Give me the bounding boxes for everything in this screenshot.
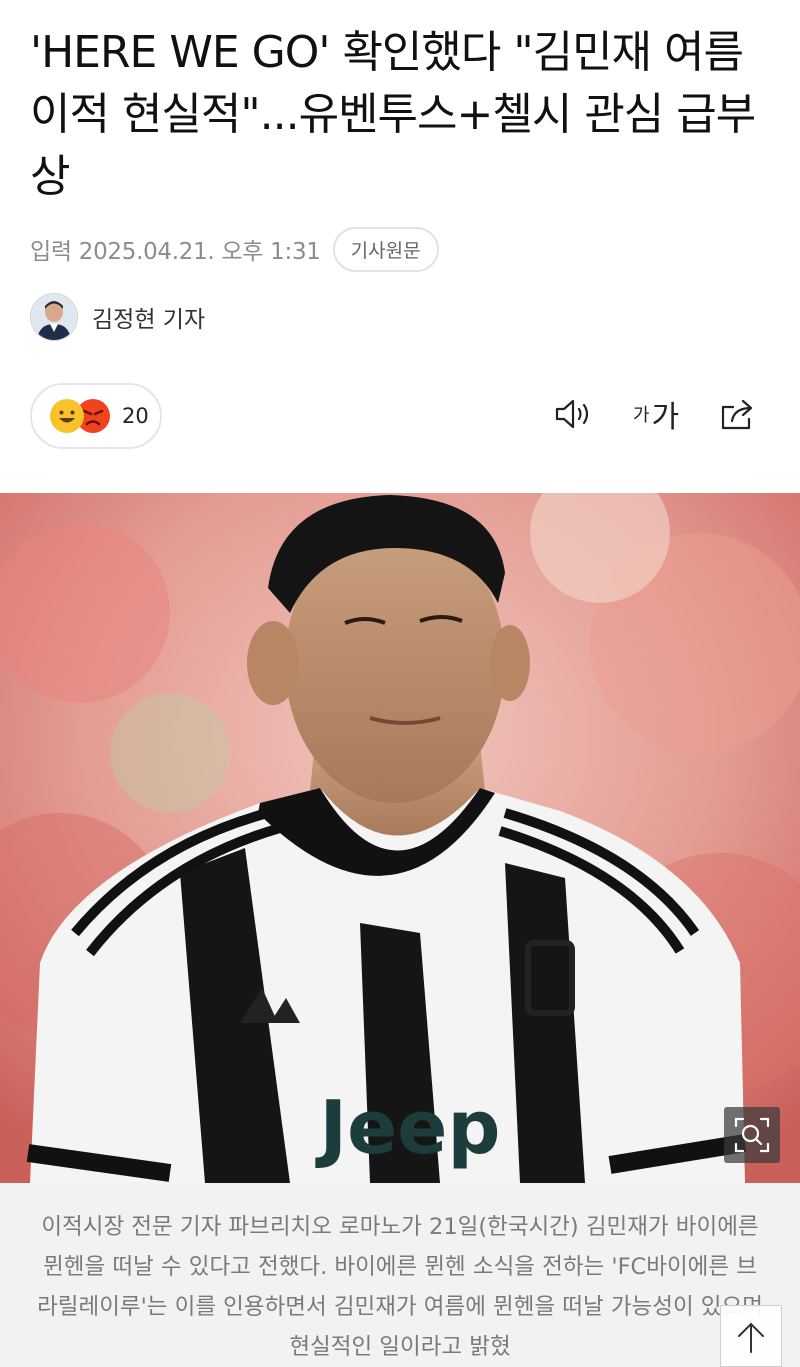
photo-caption-area: 이적시장 전문 기자 파브리치오 로마노가 21일(한국시간) 김민재가 바이에…	[0, 1183, 800, 1367]
publish-date: 입력 2025.04.21. 오후 1:31	[30, 239, 321, 265]
smile-emoji-icon	[50, 399, 84, 433]
article-meta: 입력 2025.04.21. 오후 1:31 기사원문	[30, 226, 439, 272]
original-article-button[interactable]: 기사원문	[332, 226, 439, 272]
article-photo[interactable]: Jeep	[0, 493, 800, 1183]
photo-caption: 이적시장 전문 기자 파브리치오 로마노가 21일(한국시간) 김민재가 바이에…	[37, 1214, 763, 1360]
reporter-info[interactable]: 김정현 기자	[30, 293, 205, 341]
font-size-small-label: 가	[632, 405, 650, 426]
reaction-button[interactable]: 20	[30, 383, 162, 449]
scroll-to-top-button[interactable]	[720, 1305, 782, 1367]
article-title: 'HERE WE GO' 확인했다 "김민재 여름 이적 현실적"...유벤투스…	[30, 27, 756, 202]
share-icon[interactable]	[716, 392, 760, 436]
jersey-sponsor-text: Jeep	[315, 1085, 501, 1171]
reaction-count: 20	[122, 404, 149, 428]
reporter-avatar	[30, 293, 78, 341]
font-size-large-label: 가	[651, 400, 680, 435]
article-toolbar: 가가	[552, 392, 760, 436]
arrow-up-icon	[738, 1322, 764, 1353]
zoom-icon[interactable]	[724, 1107, 780, 1163]
reporter-name: 김정현 기자	[92, 307, 206, 333]
font-size-icon[interactable]: 가가	[632, 392, 680, 436]
speaker-icon[interactable]	[552, 392, 596, 436]
